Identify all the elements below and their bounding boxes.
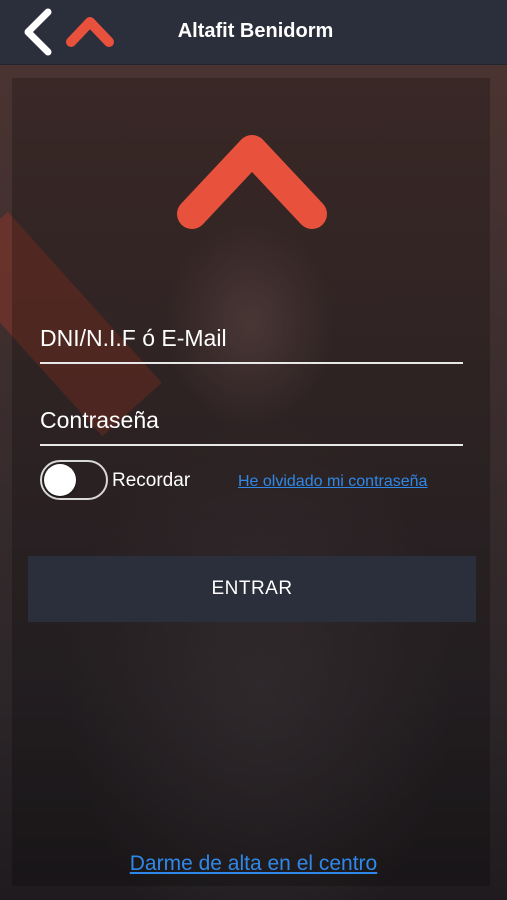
remember-toggle[interactable]: [40, 460, 108, 500]
user-field: [40, 314, 463, 366]
password-field: [40, 396, 463, 448]
app-header: Altafit Benidorm: [0, 0, 507, 65]
password-input[interactable]: [40, 396, 463, 448]
signup-link[interactable]: Darme de alta en el centro: [0, 852, 507, 876]
user-input[interactable]: [40, 314, 463, 366]
toggle-knob: [44, 464, 76, 496]
altafit-logo-large-icon: [177, 135, 327, 229]
forgot-password-link[interactable]: He olvidado mi contraseña: [238, 473, 427, 491]
page-title: Altafit Benidorm: [177, 20, 334, 42]
login-button[interactable]: ENTRAR: [28, 556, 476, 622]
remember-label: Recordar: [112, 470, 191, 491]
